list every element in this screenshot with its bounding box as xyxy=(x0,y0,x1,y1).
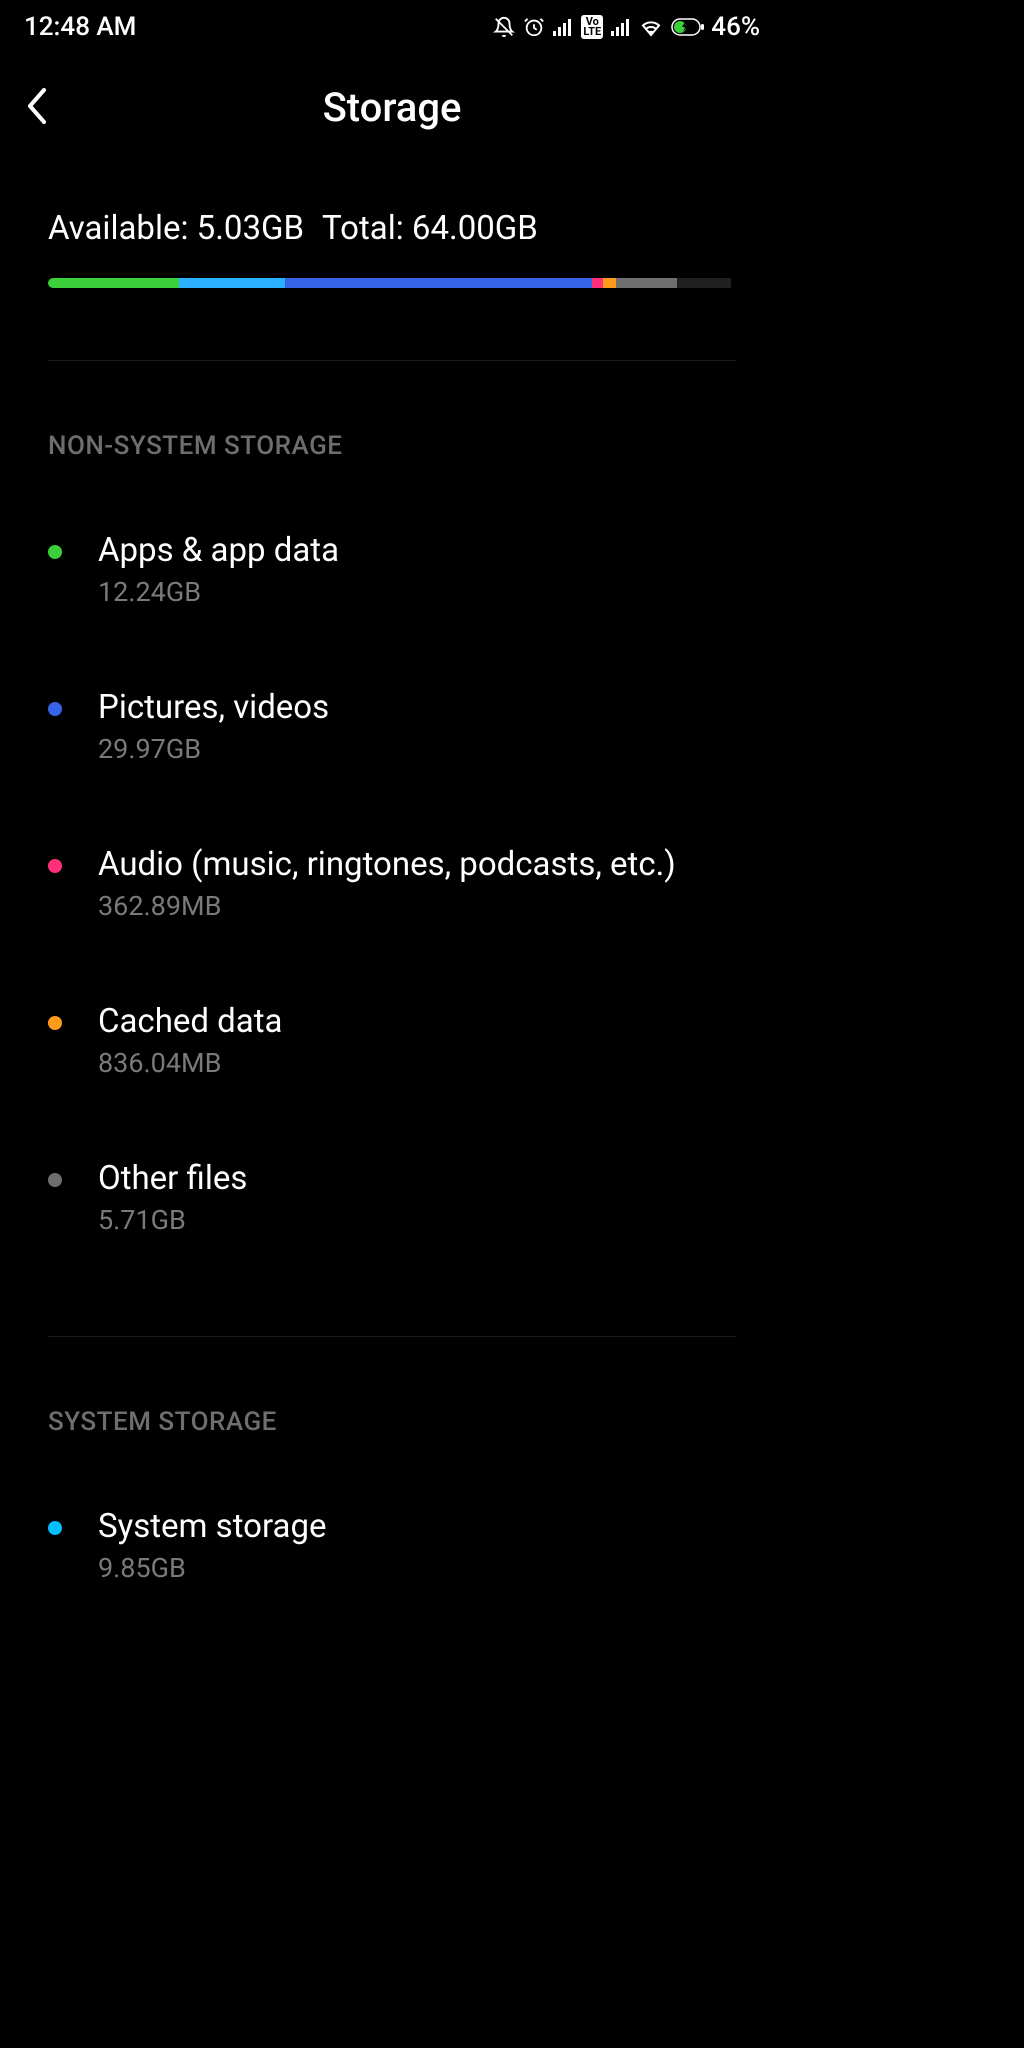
page-title: Storage xyxy=(24,84,760,131)
list-item-text: Apps & app data 12.24GB xyxy=(98,531,736,608)
color-dot-icon xyxy=(48,1016,62,1030)
volte-icon: VoLTE xyxy=(581,15,603,39)
list-item[interactable]: Cached data 836.04MB xyxy=(48,962,736,1119)
list-item-text: Pictures, videos 29.97GB xyxy=(98,688,736,765)
list-item[interactable]: System storage 9.85GB xyxy=(48,1467,736,1624)
available-value: 5.03GB xyxy=(197,209,304,248)
usage-segment xyxy=(616,278,677,288)
chevron-left-icon xyxy=(24,84,52,128)
list-item-size: 29.97GB xyxy=(98,733,736,765)
list-item-size: 362.89MB xyxy=(98,890,736,922)
status-bar: 12:48 AM VoLTE 46% xyxy=(0,0,784,50)
usage-segment xyxy=(285,278,592,288)
storage-summary: Available: 5.03GB Total: 64.00GB xyxy=(0,151,784,300)
list-item-title: Apps & app data xyxy=(98,531,736,570)
list-item-text: Audio (music, ringtones, podcasts, etc.)… xyxy=(98,845,736,922)
list-item-size: 5.71GB xyxy=(98,1204,736,1236)
list-item[interactable]: Pictures, videos 29.97GB xyxy=(48,648,736,805)
usage-segment xyxy=(48,278,179,288)
available-label: Available: xyxy=(48,209,188,248)
total-label: Total: xyxy=(322,209,404,248)
usage-bar xyxy=(48,278,736,288)
wifi-icon xyxy=(639,17,663,37)
section-label-system: SYSTEM STORAGE xyxy=(0,1337,784,1437)
battery-percent: 46% xyxy=(711,12,760,42)
section-label-nonsystem: NON-SYSTEM STORAGE xyxy=(0,361,784,461)
battery-icon xyxy=(671,18,705,36)
list-item-title: Cached data xyxy=(98,1002,736,1041)
color-dot-icon xyxy=(48,1521,62,1535)
list-item-size: 9.85GB xyxy=(98,1552,736,1584)
list-item[interactable]: Apps & app data 12.24GB xyxy=(48,491,736,648)
color-dot-icon xyxy=(48,1173,62,1187)
list-item-title: System storage xyxy=(98,1507,736,1546)
usage-segment xyxy=(592,278,602,288)
list-item-size: 12.24GB xyxy=(98,576,736,608)
alarm-icon xyxy=(523,16,545,38)
usage-segment xyxy=(677,278,731,288)
list-item-title: Pictures, videos xyxy=(98,688,736,727)
color-dot-icon xyxy=(48,545,62,559)
list-item-text: System storage 9.85GB xyxy=(98,1507,736,1584)
battery-indicator: 46% xyxy=(671,12,760,42)
list-item-title: Audio (music, ringtones, podcasts, etc.) xyxy=(98,845,736,884)
status-time: 12:48 AM xyxy=(24,12,136,42)
list-item[interactable]: Audio (music, ringtones, podcasts, etc.)… xyxy=(48,805,736,962)
signal2-icon xyxy=(611,18,631,36)
list-item-text: Other files 5.71GB xyxy=(98,1159,736,1236)
usage-segment xyxy=(179,278,285,288)
app-header: Storage xyxy=(0,50,784,151)
summary-text: Available: 5.03GB Total: 64.00GB xyxy=(48,209,736,248)
list-item-size: 836.04MB xyxy=(98,1047,736,1079)
signal-icon xyxy=(553,18,573,36)
status-indicators: VoLTE 46% xyxy=(493,12,760,42)
system-list: System storage 9.85GB xyxy=(0,1437,784,1624)
list-item-text: Cached data 836.04MB xyxy=(98,1002,736,1079)
dnd-icon xyxy=(493,16,515,38)
nonsystem-list: Apps & app data 12.24GB Pictures, videos 29… xyxy=(0,461,784,1276)
total-value: 64.00GB xyxy=(412,209,538,248)
list-item[interactable]: Other files 5.71GB xyxy=(48,1119,736,1276)
color-dot-icon xyxy=(48,702,62,716)
usage-segment xyxy=(603,278,617,288)
list-item-title: Other files xyxy=(98,1159,736,1198)
color-dot-icon xyxy=(48,859,62,873)
back-button[interactable] xyxy=(24,84,52,132)
